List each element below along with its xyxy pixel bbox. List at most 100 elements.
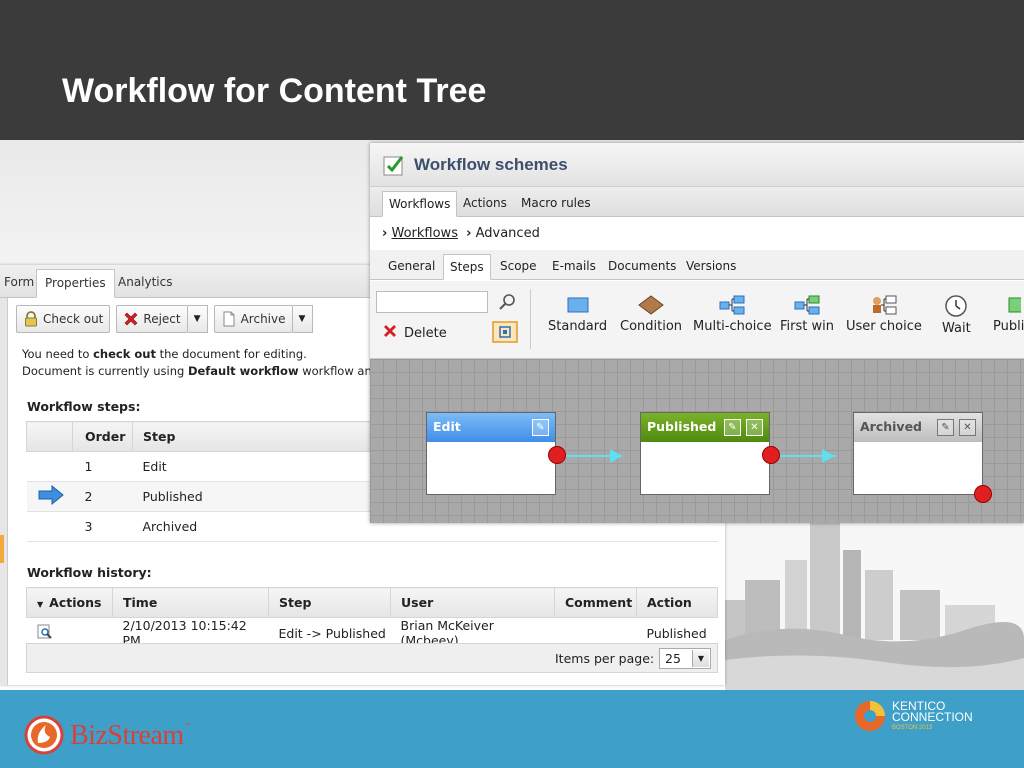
- delete-label: Delete: [404, 325, 447, 341]
- chevron-down-icon: ▼: [193, 314, 201, 324]
- step-type-standard[interactable]: Standard: [548, 295, 607, 334]
- step-type-condition[interactable]: Condition: [620, 295, 682, 334]
- check-out-button[interactable]: Check out: [16, 305, 111, 333]
- tab-properties[interactable]: Properties: [36, 269, 115, 298]
- workflow-steps-title: Workflow steps:: [27, 399, 141, 414]
- tab-general[interactable]: General: [382, 254, 441, 280]
- kentico-line2: CONNECTION: [892, 710, 973, 724]
- step-search-input[interactable]: [376, 291, 488, 313]
- table-header-action: Action: [636, 587, 718, 618]
- red-x-icon: [382, 323, 398, 343]
- archive-button[interactable]: Archive: [213, 305, 293, 333]
- tab-scope[interactable]: Scope: [494, 254, 543, 280]
- multi-choice-icon: [719, 295, 745, 315]
- step-type-label: First win: [780, 319, 834, 334]
- workflow-designer-canvas[interactable]: Edit ✎ Published ✎ ✕ Archived ✎ ✕: [370, 359, 1024, 523]
- reject-button[interactable]: Reject: [116, 305, 188, 333]
- tab-steps[interactable]: Steps: [443, 254, 491, 280]
- workflow-history-title: Workflow history:: [27, 565, 152, 580]
- table-header-comment: Comment: [554, 587, 637, 618]
- row-indicator: [26, 511, 73, 542]
- lock-icon: [23, 311, 39, 327]
- step-type-label: Condition: [620, 319, 683, 334]
- row-indicator: [26, 451, 73, 482]
- step-type-user-choice[interactable]: User choice: [846, 295, 922, 334]
- items-per-page-label: Items per page:: [555, 651, 655, 666]
- step-type-wait[interactable]: Wait: [942, 295, 971, 336]
- step-type-label: Multi-choice: [693, 319, 772, 334]
- table-header-actions[interactable]: ▼ Actions: [26, 587, 113, 618]
- current-step-arrow-icon: [26, 481, 73, 512]
- tab-workflows[interactable]: Workflows: [382, 191, 458, 217]
- node-header: Archived ✎ ✕: [854, 413, 982, 442]
- top-tabbar: Workflows Actions Macro rules: [370, 187, 1024, 217]
- step-type-published[interactable]: Publi: [993, 295, 1024, 334]
- user-choice-icon: [872, 295, 897, 315]
- workflow-toolbar: Check out Reject ▼ Archive ▼: [16, 305, 313, 335]
- table-header-user: User: [390, 587, 555, 618]
- table-header-step: Step: [268, 587, 391, 618]
- close-icon[interactable]: ✕: [746, 419, 763, 436]
- workflow-node-edit[interactable]: Edit ✎: [426, 412, 556, 495]
- clock-icon: [945, 295, 968, 317]
- items-per-page-value: 25: [665, 651, 681, 666]
- workflow-node-archived[interactable]: Archived ✎ ✕: [853, 412, 983, 495]
- red-x-icon: [123, 311, 139, 327]
- breadcrumb-current: Advanced: [475, 226, 540, 241]
- items-per-page-select[interactable]: 25 ▼: [659, 648, 711, 669]
- tab-macro-rules[interactable]: Macro rules: [515, 191, 597, 217]
- node-output-connector[interactable]: [974, 485, 992, 503]
- connector-arrow-icon: [822, 449, 834, 463]
- breadcrumb: › Workflows › Advanced: [382, 226, 540, 241]
- bizstream-name: BizStream: [70, 720, 184, 751]
- node-output-connector[interactable]: [762, 446, 780, 464]
- panel-title: Workflow schemes: [414, 155, 568, 174]
- left-edge-strip: [0, 298, 8, 685]
- search-icon[interactable]: [498, 293, 516, 314]
- workflow-history-table: ▼ Actions Time Step User Comment Action 2…: [26, 587, 718, 649]
- info-text: the document for editing.: [155, 347, 307, 361]
- tab-documents[interactable]: Documents: [602, 254, 682, 280]
- node-label: Edit: [433, 419, 461, 434]
- step-toolbar: Delete Standard Condition Multi-choice F…: [370, 281, 1024, 359]
- step-order: 2: [72, 481, 133, 512]
- step-type-label: Publi: [993, 319, 1024, 334]
- step-type-first-win[interactable]: First win: [780, 295, 834, 334]
- tab-actions[interactable]: Actions: [457, 191, 513, 217]
- chevron-down-icon: ▼: [298, 314, 306, 324]
- info-bold: Default workflow: [187, 364, 299, 378]
- connector-arrow-icon: [610, 449, 622, 463]
- edit-pencil-icon[interactable]: ✎: [532, 419, 549, 436]
- step-type-multi-choice[interactable]: Multi-choice: [693, 295, 772, 334]
- delete-button[interactable]: Delete: [382, 323, 447, 343]
- archive-label: Archive: [240, 312, 286, 326]
- step-order: 1: [72, 451, 133, 482]
- info-text: Document is currently using: [22, 364, 188, 378]
- workflow-node-published[interactable]: Published ✎ ✕: [640, 412, 770, 495]
- close-icon[interactable]: ✕: [959, 419, 976, 436]
- node-header: Edit ✎: [427, 413, 555, 442]
- published-step-icon: [1008, 297, 1021, 313]
- tab-emails[interactable]: E-mails: [546, 254, 602, 280]
- info-bold: check out: [93, 347, 156, 361]
- bizstream-logo: BizStream ™: [24, 714, 192, 758]
- step-type-label: User choice: [846, 319, 922, 334]
- fit-view-icon[interactable]: [492, 321, 518, 346]
- chevron-down-icon: ▼: [692, 650, 709, 667]
- chevron-down-icon: ▼: [37, 600, 44, 609]
- step-order: 3: [72, 511, 133, 542]
- edit-pencil-icon[interactable]: ✎: [724, 419, 741, 436]
- tab-analytics[interactable]: Analytics: [110, 269, 181, 298]
- step-type-label: Wait: [942, 321, 971, 336]
- workflow-schemes-panel: Workflow schemes Workflows Actions Macro…: [370, 143, 1024, 523]
- trademark-mark: ™: [183, 722, 192, 731]
- edit-pencil-icon[interactable]: ✎: [937, 419, 954, 436]
- city-skyline-image: [725, 510, 1024, 690]
- kentico-line3: BOSTON 2013: [892, 725, 933, 731]
- breadcrumb-link-workflows[interactable]: Workflows: [392, 226, 458, 241]
- reject-dropdown[interactable]: ▼: [187, 305, 208, 333]
- tab-versions[interactable]: Versions: [680, 254, 742, 280]
- node-output-connector[interactable]: [548, 446, 566, 464]
- archive-dropdown[interactable]: ▼: [292, 305, 313, 333]
- panel-header: Workflow schemes: [370, 143, 1024, 187]
